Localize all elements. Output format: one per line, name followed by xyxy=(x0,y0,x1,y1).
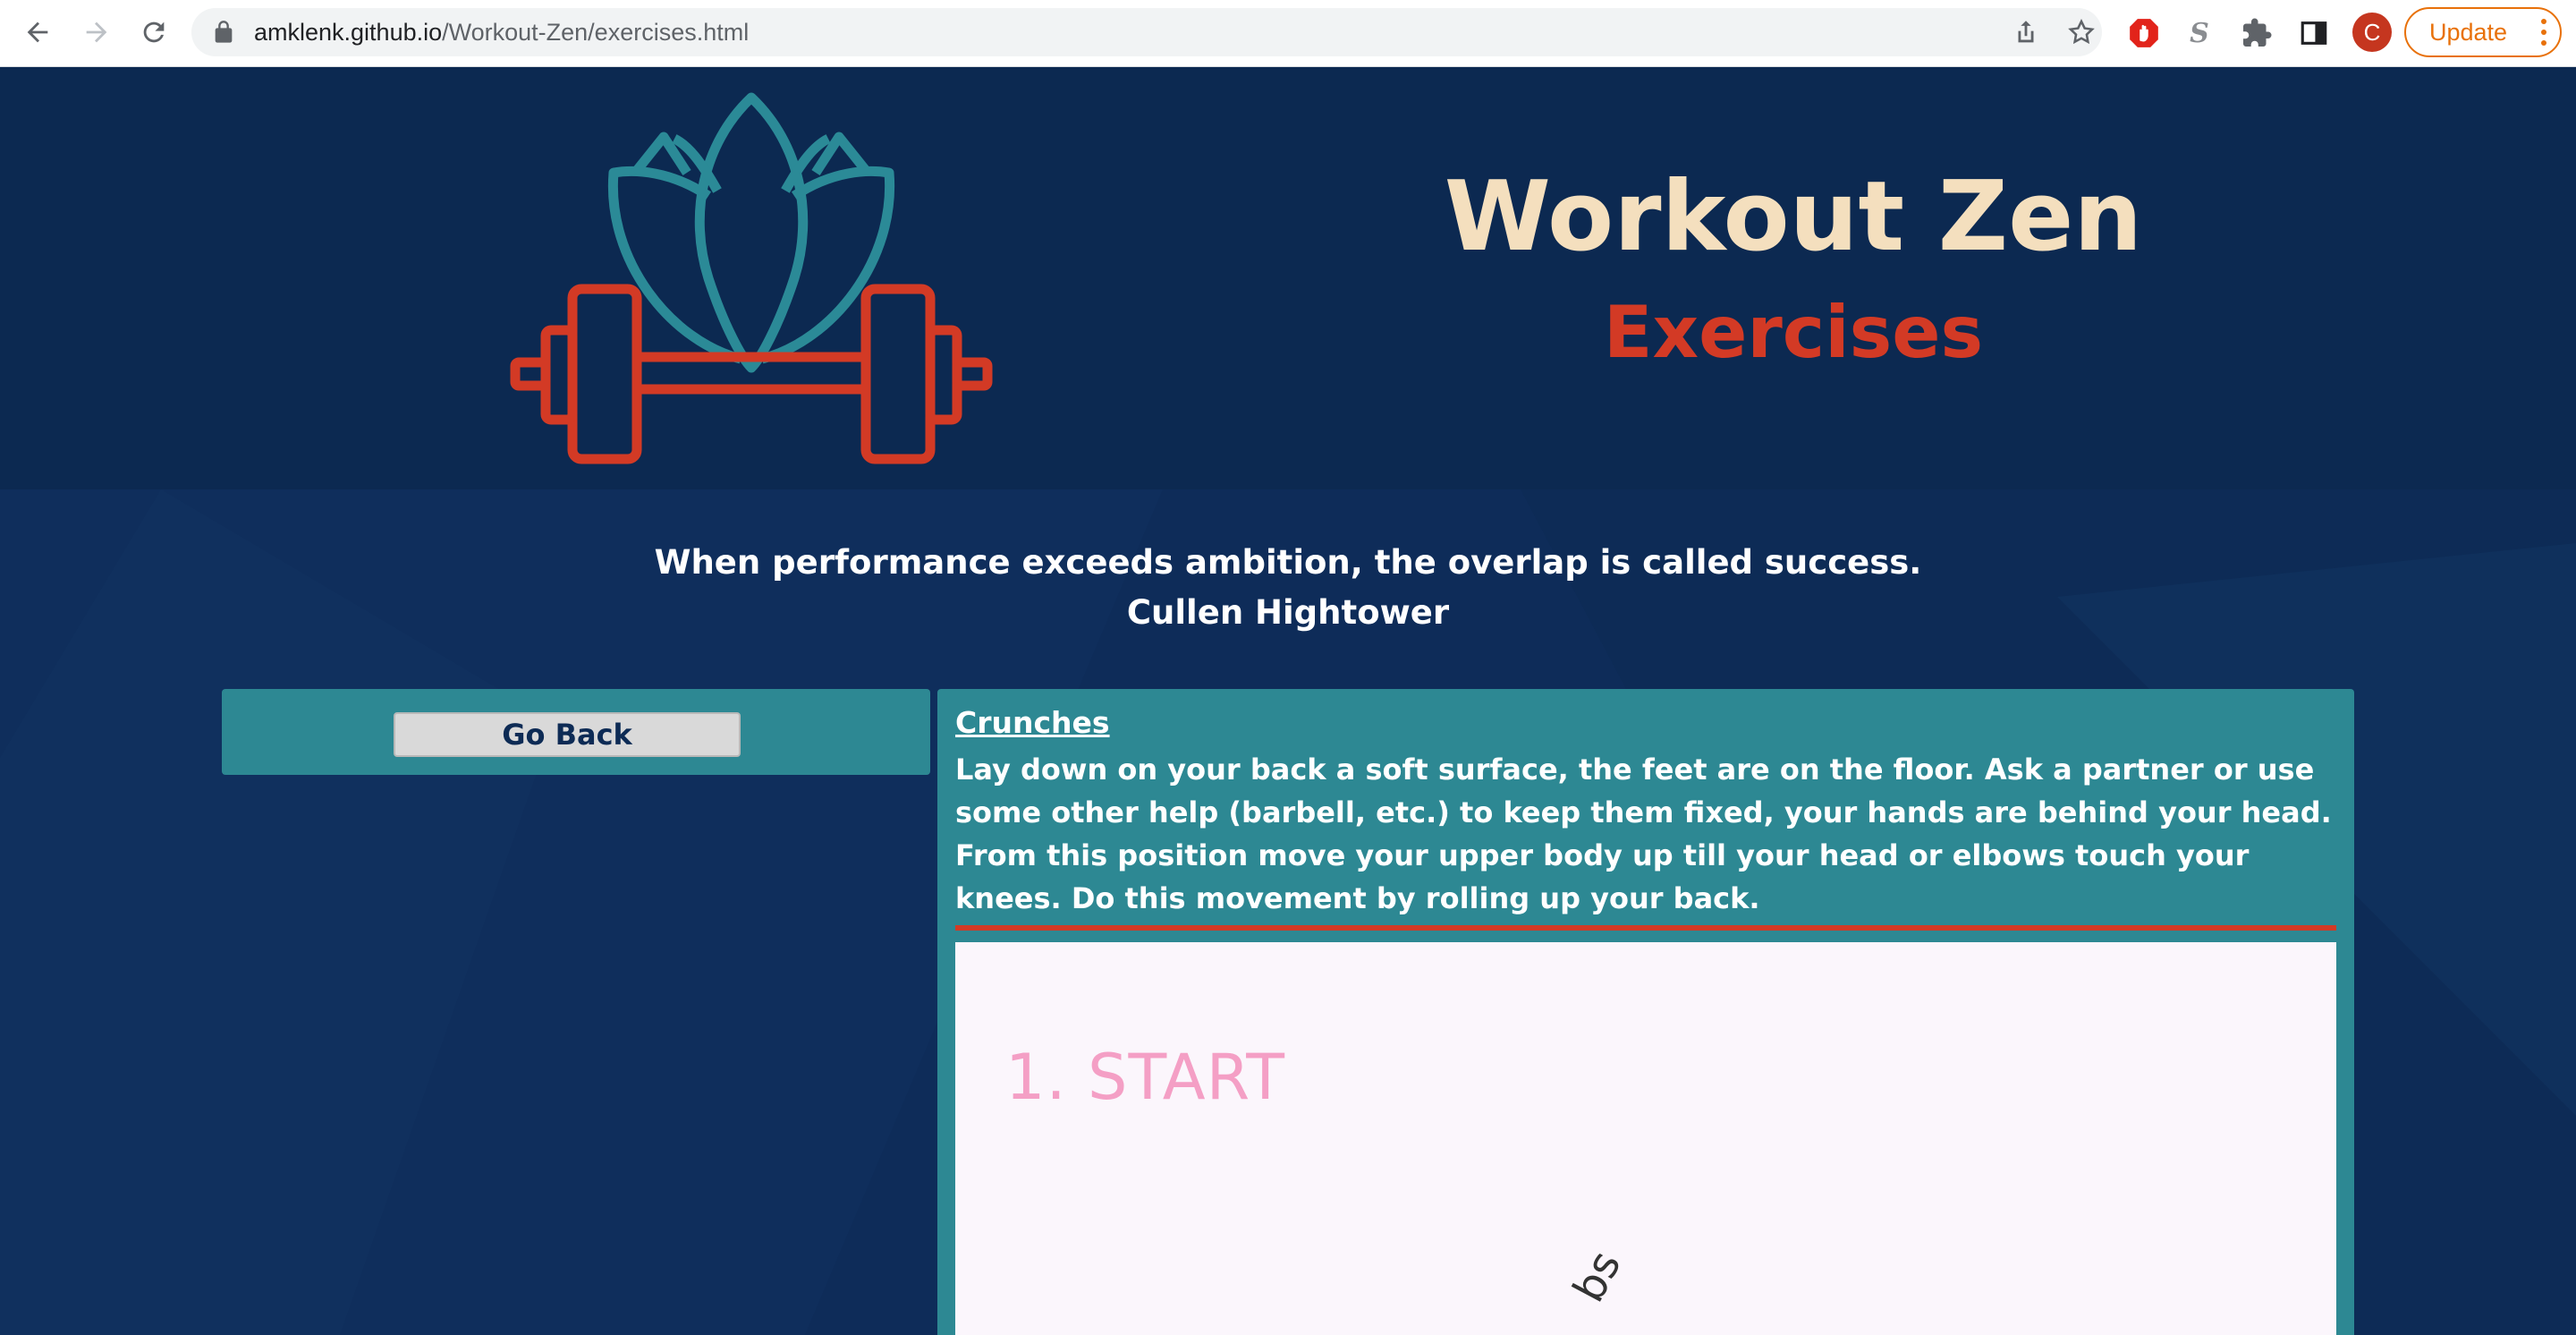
page-subtitle: Exercises xyxy=(1603,291,1984,374)
quote-text: When performance exceeds ambition, the o… xyxy=(654,543,1922,582)
exercise-image: 1. START bs xyxy=(955,942,2336,1335)
browser-toolbar: amklenk.github.io/Workout-Zen/exercises.… xyxy=(0,0,2576,67)
puzzle-extensions-icon xyxy=(2243,18,2272,47)
address-bar[interactable]: amklenk.github.io/Workout-Zen/exercises.… xyxy=(191,8,2102,56)
exercise-card: Crunches Lay down on your back a soft su… xyxy=(937,689,2354,1335)
image-label-fragment: bs xyxy=(1563,1243,1631,1311)
more-vert-icon xyxy=(2541,19,2546,46)
back-button[interactable] xyxy=(16,11,59,54)
side-panel-icon xyxy=(2301,21,2327,45)
exercise-description: Lay down on your back a soft surface, th… xyxy=(955,753,2332,915)
update-label: Update xyxy=(2429,18,2508,46)
image-caption: 1. START xyxy=(1005,1041,1285,1114)
site-title: Workout Zen xyxy=(1444,161,2143,273)
adblock-extension[interactable] xyxy=(2127,16,2161,50)
quote-author: Cullen Hightower xyxy=(1126,593,1450,632)
profile-avatar[interactable]: C xyxy=(2352,13,2392,52)
star-icon[interactable] xyxy=(2066,17,2097,47)
side-panel-button[interactable] xyxy=(2297,16,2331,50)
reload-button[interactable] xyxy=(132,11,175,54)
reload-icon xyxy=(143,21,165,43)
forward-arrow-icon xyxy=(86,21,107,43)
back-arrow-icon xyxy=(27,21,48,43)
exercise-name: Crunches xyxy=(955,705,1110,740)
go-back-button[interactable]: Go Back xyxy=(394,712,741,757)
adblock-icon xyxy=(2130,19,2158,47)
lock-icon xyxy=(215,21,233,43)
content-area: When performance exceeds ambition, the o… xyxy=(0,489,2576,1335)
lotus-barbell-logo-icon xyxy=(510,92,993,464)
page: Workout Zen Exercises When performance e… xyxy=(0,67,2576,1335)
url-text: amklenk.github.io/Workout-Zen/exercises.… xyxy=(254,19,750,46)
extensions-button[interactable] xyxy=(2240,16,2274,50)
divider xyxy=(955,925,2336,931)
site-header: Workout Zen Exercises xyxy=(0,67,2576,489)
s-extension-icon[interactable]: S xyxy=(2182,16,2216,50)
forward-button[interactable] xyxy=(75,11,118,54)
share-icon[interactable] xyxy=(2011,17,2041,47)
update-button[interactable]: Update xyxy=(2404,7,2562,57)
sidebar-panel: Go Back xyxy=(222,689,930,775)
